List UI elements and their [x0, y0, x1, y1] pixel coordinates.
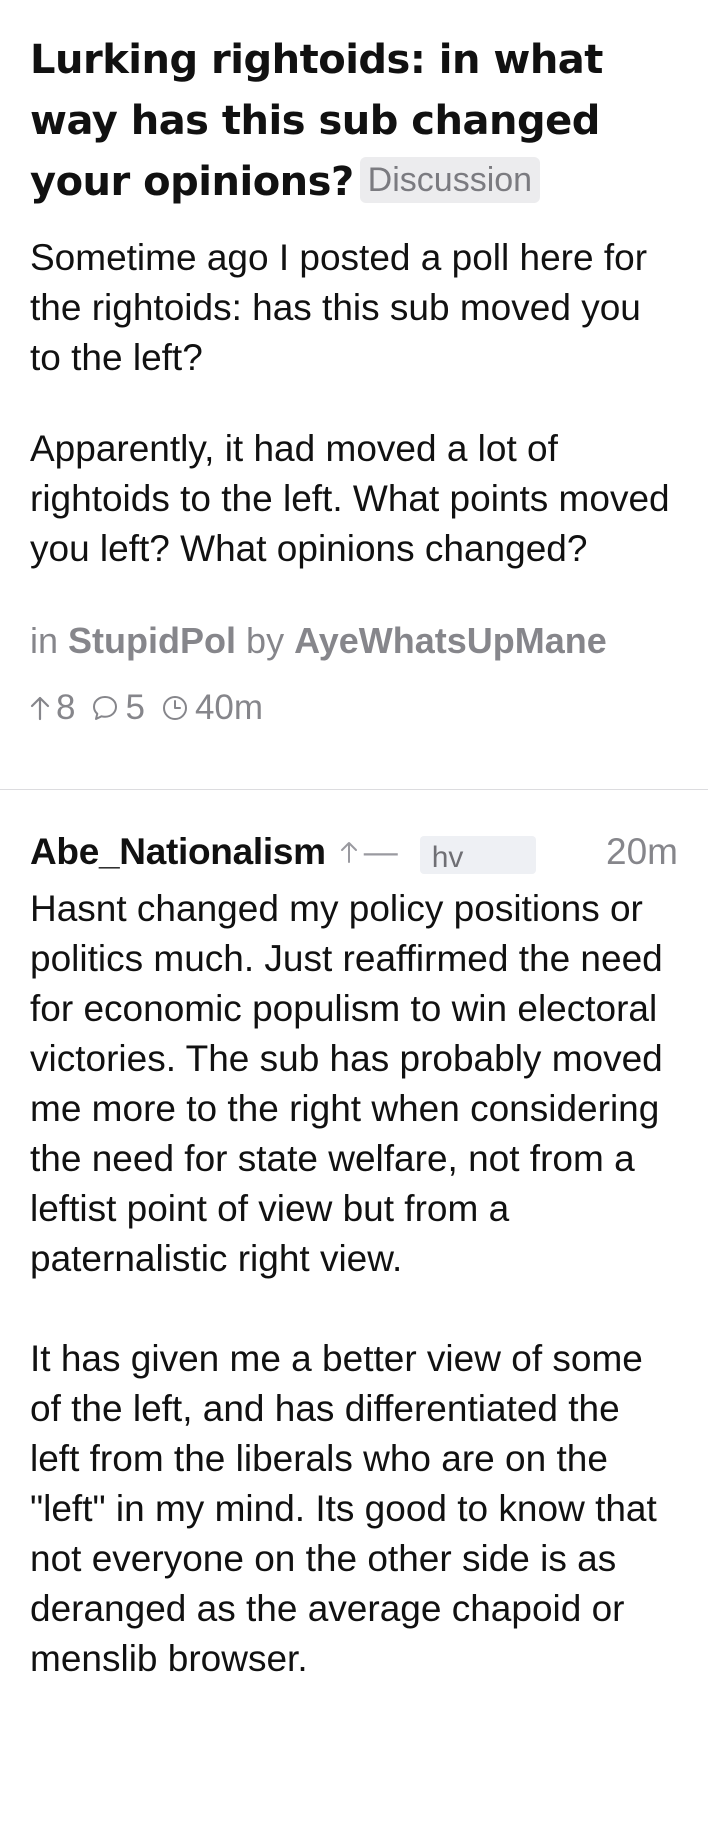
post-meta: in StupidPol by AyeWhatsUpMane [30, 616, 678, 666]
post-age: 40m [194, 688, 264, 727]
comment-body: Hasnt changed my policy positions or pol… [30, 884, 678, 1684]
post-body-paragraph: Sometime ago I posted a poll here for th… [30, 237, 648, 378]
subreddit-link[interactable]: StupidPol [68, 620, 236, 661]
comment-header: Abe_Nationalism — hv 20m [30, 826, 678, 878]
comment-paragraph: Hasnt changed my policy positions or pol… [30, 888, 663, 1279]
user-flair: hv [419, 836, 536, 874]
post-stats: 8 5 40m [30, 686, 678, 730]
post-body-paragraph: Apparently, it had moved a lot of righto… [30, 428, 670, 569]
comment-author[interactable]: Abe_Nationalism [30, 831, 326, 873]
arrow-up-icon [340, 842, 357, 863]
divider [0, 789, 708, 790]
post-flair[interactable]: Discussion [359, 157, 541, 203]
clock-icon [162, 696, 187, 720]
comment: Abe_Nationalism — hv 20m Hasnt changed m… [30, 826, 678, 1684]
speech-bubble-icon [93, 696, 118, 720]
comments-stat[interactable]: 5 [91, 686, 145, 730]
meta-by-label: by [246, 620, 285, 661]
comment-time: 20m [606, 831, 678, 872]
comment-count: 5 [125, 688, 145, 727]
post-title[interactable]: Lurking rightoids: in what way has this … [30, 30, 678, 213]
meta-in-label: in [30, 620, 59, 661]
comment-vote[interactable]: — [340, 833, 398, 872]
post-body: Sometime ago I posted a poll here for th… [30, 233, 678, 574]
upvote-count: 8 [56, 688, 76, 727]
comment-score: — [363, 832, 398, 871]
comment-paragraph: It has given me a better view of some of… [30, 1338, 657, 1679]
arrow-up-icon [30, 696, 50, 721]
upvote-stat[interactable]: 8 [30, 686, 75, 730]
post-author-link[interactable]: AyeWhatsUpMane [294, 620, 607, 661]
age-stat: 40m [161, 686, 263, 730]
post: Lurking rightoids: in what way has this … [0, 0, 708, 730]
